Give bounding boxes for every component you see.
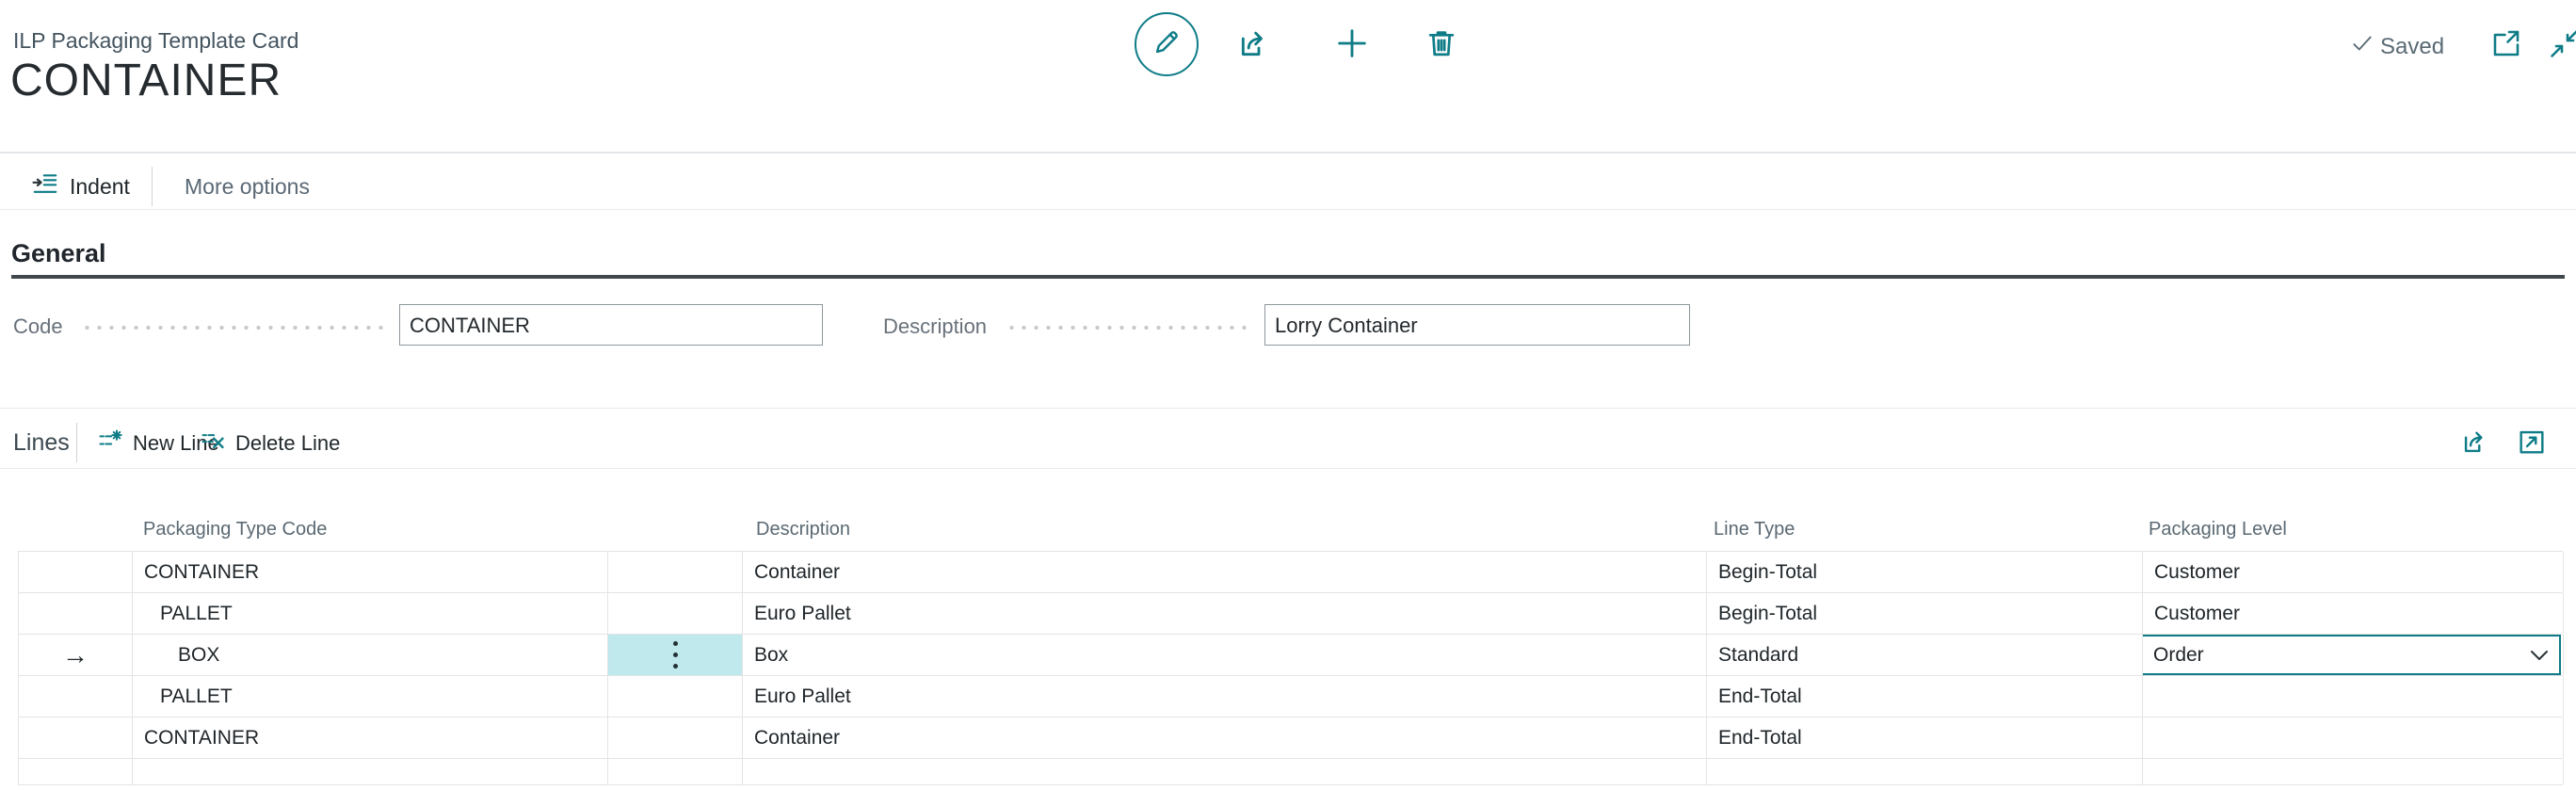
open-in-new-window-icon — [2516, 426, 2548, 462]
lines-toolbar-divider — [0, 468, 2576, 469]
more-options-label: More options — [185, 174, 310, 200]
table-row[interactable]: CONTAINER Container End-Total — [19, 717, 2563, 759]
pencil-icon — [1151, 26, 1183, 63]
page-title: CONTAINER — [10, 55, 282, 106]
row-options-cell[interactable] — [608, 676, 743, 717]
lines-top-divider — [0, 408, 2576, 409]
new-button[interactable] — [1333, 24, 1371, 67]
packaging-level-cell[interactable] — [2143, 676, 2564, 717]
description-cell[interactable]: Container — [743, 552, 1707, 592]
line-type-cell[interactable]: Standard — [1707, 635, 2143, 675]
row-options-cell[interactable] — [608, 552, 743, 592]
lines-section-heading: Lines — [13, 429, 70, 457]
lines-separator — [76, 423, 77, 462]
more-options-button[interactable]: More options — [185, 166, 310, 207]
table-row[interactable]: PALLET Euro Pallet Begin-Total Customer — [19, 593, 2563, 635]
current-row-arrow-icon: → — [62, 635, 89, 675]
row-options-cell[interactable] — [608, 717, 743, 758]
general-section-heading: General — [11, 239, 106, 268]
open-in-new-window-icon — [2489, 26, 2523, 65]
lines-table: CONTAINER Container Begin-Total Customer… — [18, 551, 2563, 785]
packaging-type-code-cell[interactable]: BOX — [133, 635, 608, 675]
lines-share-button[interactable] — [2459, 426, 2491, 462]
line-type-cell[interactable]: End-Total — [1707, 676, 2143, 717]
new-line-icon — [97, 427, 123, 459]
save-status: Saved — [2350, 31, 2444, 62]
plus-icon — [1333, 24, 1371, 67]
packaging-template-card-page: ILP Packaging Template Card CONTAINER Sa… — [0, 0, 2576, 790]
ellipsis-dot-icon — [673, 641, 678, 646]
delete-button[interactable] — [1424, 25, 1459, 66]
column-header-packaging-type-code[interactable]: Packaging Type Code — [143, 519, 327, 540]
packaging-type-code-cell[interactable]: PALLET — [133, 676, 608, 717]
share-icon — [1235, 24, 1273, 67]
description-cell[interactable]: Container — [743, 717, 1707, 758]
packaging-level-cell[interactable]: Order — [2143, 635, 2564, 675]
delete-line-icon — [200, 427, 226, 459]
lines-open-in-new-window-button[interactable] — [2516, 426, 2548, 462]
line-type-cell[interactable]: Begin-Total — [1707, 552, 2143, 592]
collapse-button[interactable] — [2548, 26, 2576, 65]
description-field-leader — [1006, 326, 1252, 330]
column-header-line-type[interactable]: Line Type — [1714, 519, 1795, 540]
open-in-new-window-button[interactable] — [2489, 26, 2523, 65]
row-options-cell[interactable] — [608, 593, 743, 634]
description-cell[interactable]: Box — [743, 635, 1707, 675]
packaging-level-cell[interactable]: Customer — [2143, 552, 2564, 592]
packaging-level-cell[interactable]: Customer — [2143, 593, 2564, 634]
column-header-description[interactable]: Description — [756, 519, 850, 540]
code-field-label: Code — [13, 314, 63, 339]
description-cell[interactable]: Euro Pallet — [743, 676, 1707, 717]
check-icon — [2350, 31, 2375, 62]
indent-button[interactable]: Indent — [31, 166, 130, 207]
column-header-packaging-level[interactable]: Packaging Level — [2149, 519, 2287, 540]
general-section-underline — [11, 275, 2565, 279]
table-row[interactable]: → BOX Box Standard Order — [19, 635, 2563, 676]
indent-icon — [31, 169, 59, 203]
packaging-type-code-cell[interactable]: PALLET — [133, 593, 608, 634]
table-row[interactable]: PALLET Euro Pallet End-Total — [19, 676, 2563, 717]
breadcrumb[interactable]: ILP Packaging Template Card — [13, 28, 298, 54]
table-row[interactable]: CONTAINER Container Begin-Total Customer — [19, 552, 2563, 593]
packaging-type-code-cell[interactable]: CONTAINER — [133, 552, 608, 592]
ellipsis-dot-icon — [673, 664, 678, 669]
row-selector-cell[interactable] — [19, 552, 133, 592]
row-selector-cell[interactable] — [19, 593, 133, 634]
row-selector-cell[interactable]: → — [19, 635, 133, 675]
description-field-input[interactable]: Lorry Container — [1264, 304, 1690, 346]
edit-button[interactable] — [1135, 12, 1199, 76]
share-icon — [2459, 426, 2491, 462]
share-button[interactable] — [1235, 24, 1273, 67]
line-type-cell[interactable]: End-Total — [1707, 717, 2143, 758]
row-options-cell-selected[interactable] — [608, 635, 743, 675]
table-body: CONTAINER Container Begin-Total Customer… — [19, 552, 2563, 759]
chevron-down-icon — [2530, 649, 2549, 662]
packaging-level-dropdown[interactable]: Order — [2143, 635, 2561, 675]
save-status-label: Saved — [2380, 34, 2444, 60]
ellipsis-dot-icon — [673, 653, 678, 657]
packaging-level-cell[interactable] — [2143, 717, 2564, 758]
indent-label: Indent — [70, 174, 130, 200]
header-divider — [0, 152, 2576, 153]
delete-line-button[interactable]: Delete Line — [200, 426, 340, 461]
description-field-label: Description — [883, 314, 987, 339]
packaging-level-dropdown-value: Order — [2153, 635, 2204, 675]
actionbar-divider — [0, 209, 2576, 210]
trash-icon — [1424, 25, 1459, 66]
code-field-input[interactable]: CONTAINER — [399, 304, 823, 346]
row-selector-cell[interactable] — [19, 676, 133, 717]
table-row-empty[interactable] — [19, 759, 2563, 785]
delete-line-label: Delete Line — [235, 431, 340, 456]
actionbar-separator — [152, 167, 153, 206]
packaging-type-code-cell[interactable]: CONTAINER — [133, 717, 608, 758]
collapse-icon — [2548, 26, 2576, 65]
description-cell[interactable]: Euro Pallet — [743, 593, 1707, 634]
code-field-leader — [81, 326, 386, 330]
row-selector-cell[interactable] — [19, 717, 133, 758]
line-type-cell[interactable]: Begin-Total — [1707, 593, 2143, 634]
